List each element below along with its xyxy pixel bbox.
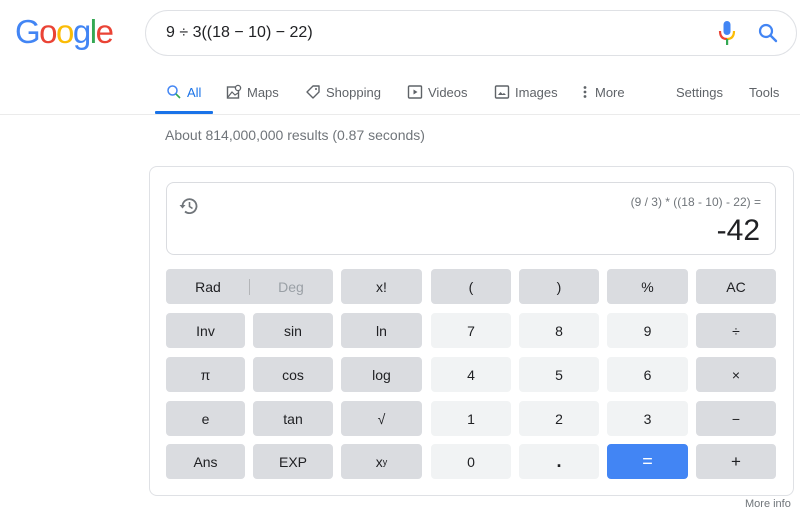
euler-button[interactable]: e (166, 401, 245, 436)
multiply-button[interactable]: × (696, 357, 776, 392)
rad-button[interactable]: Rad (167, 279, 249, 295)
search-tabs: All Maps Shopping Videos Images More Set… (0, 70, 800, 115)
search-input[interactable] (166, 11, 686, 55)
deg-button[interactable]: Deg (250, 279, 332, 295)
settings-link[interactable]: Settings (676, 70, 723, 114)
search-box (145, 10, 797, 56)
calculator-expression: (9 / 3) * ((18 - 10) - 22) = (630, 195, 761, 209)
close-paren-button[interactable]: ) (519, 269, 599, 304)
tab-label: Videos (428, 84, 468, 100)
tab-maps[interactable]: Maps (226, 70, 279, 114)
divide-button[interactable]: ÷ (696, 313, 776, 348)
microphone-icon[interactable] (717, 20, 737, 48)
power-exponent: y (382, 456, 388, 467)
tag-icon (306, 85, 320, 99)
tab-label: All (187, 84, 202, 100)
percent-button[interactable]: % (607, 269, 688, 304)
logo-letter: o (56, 13, 74, 50)
rad-deg-toggle[interactable]: Rad Deg (166, 269, 333, 304)
log-button[interactable]: log (341, 357, 422, 392)
power-button[interactable]: xy (341, 444, 422, 479)
google-search-results-page: Google All Maps (0, 0, 800, 507)
digit-6-button[interactable]: 6 (607, 357, 688, 392)
cos-button[interactable]: cos (253, 357, 333, 392)
logo-letter: g (72, 13, 91, 50)
tab-label: Maps (247, 84, 279, 100)
google-logo[interactable]: Google (15, 12, 114, 52)
digit-3-button[interactable]: 3 (607, 401, 688, 436)
equals-button[interactable]: = (607, 444, 688, 479)
decimal-button[interactable]: . (519, 444, 599, 479)
digit-1-button[interactable]: 1 (431, 401, 511, 436)
history-icon[interactable] (178, 195, 200, 217)
pi-button[interactable]: π (166, 357, 245, 392)
ln-button[interactable]: ln (341, 313, 422, 348)
subtract-button[interactable]: − (696, 401, 776, 436)
all-clear-button[interactable]: AC (696, 269, 776, 304)
factorial-button[interactable]: x! (341, 269, 422, 304)
tab-label: Images (515, 84, 558, 100)
digit-8-button[interactable]: 8 (519, 313, 599, 348)
open-paren-button[interactable]: ( (431, 269, 511, 304)
search-icon (167, 85, 181, 99)
tab-videos[interactable]: Videos (407, 70, 468, 114)
logo-letter: e (95, 13, 114, 50)
digit-5-button[interactable]: 5 (519, 357, 599, 392)
logo-letter: G (15, 13, 41, 50)
digit-9-button[interactable]: 9 (607, 313, 688, 348)
sqrt-button[interactable]: √ (341, 401, 422, 436)
settings-label: Settings (676, 84, 723, 100)
tools-label: Tools (749, 84, 780, 100)
inverse-button[interactable]: Inv (166, 313, 245, 348)
map-icon (226, 84, 242, 99)
digit-7-button[interactable]: 7 (431, 313, 511, 348)
tan-button[interactable]: tan (253, 401, 333, 436)
calculator-result: -42 (716, 214, 760, 247)
tab-more[interactable]: More (581, 70, 625, 114)
digit-0-button[interactable]: 0 (431, 444, 511, 479)
search-icon[interactable] (757, 22, 779, 44)
more-info-link[interactable]: More info (745, 498, 791, 507)
sin-button[interactable]: sin (253, 313, 333, 348)
tab-all[interactable]: All (166, 70, 201, 114)
more-vert-icon (583, 86, 587, 98)
calculator-display (166, 182, 776, 255)
image-icon (494, 85, 510, 99)
tab-images[interactable]: Images (494, 70, 558, 114)
active-tab-indicator (155, 111, 213, 114)
tab-shopping[interactable]: Shopping (305, 70, 381, 114)
power-base: x (375, 453, 383, 470)
tab-label: Shopping (326, 84, 381, 100)
play-icon (407, 85, 423, 99)
add-button[interactable]: + (696, 444, 776, 479)
tools-link[interactable]: Tools (749, 70, 779, 114)
exp-button[interactable]: EXP (253, 444, 333, 479)
answer-button[interactable]: Ans (166, 444, 245, 479)
digit-4-button[interactable]: 4 (431, 357, 511, 392)
digit-2-button[interactable]: 2 (519, 401, 599, 436)
logo-letter: o (39, 13, 57, 50)
tab-label: More (595, 84, 625, 100)
results-stats: About 814,000,000 results (0.87 seconds) (165, 127, 425, 143)
